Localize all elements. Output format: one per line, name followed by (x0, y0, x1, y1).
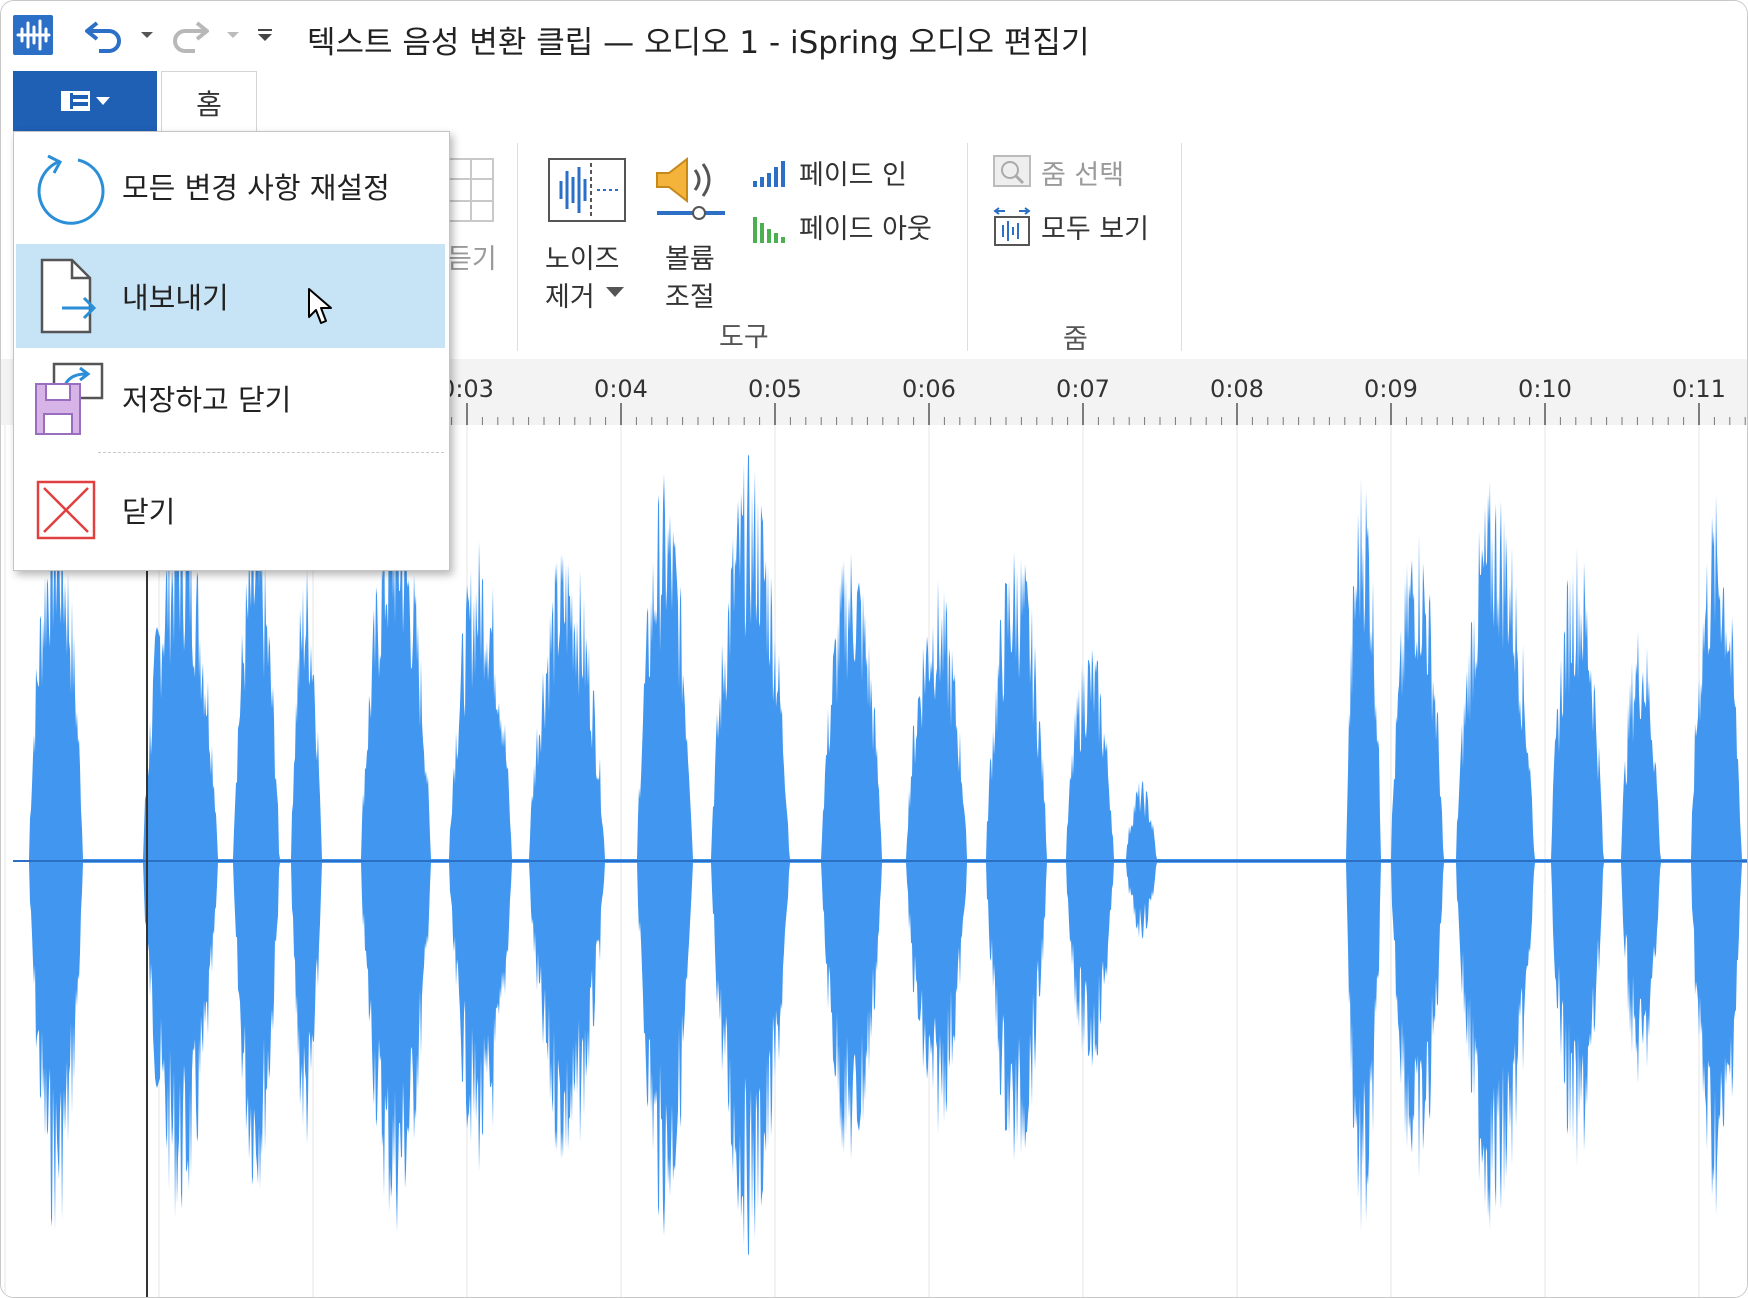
ruler-tick-label: 0:04 (594, 375, 648, 403)
zoom-selection-label[interactable]: 줌 선택 (1041, 153, 1124, 192)
ribbon-separator (1181, 143, 1182, 351)
save-close-icon (34, 358, 106, 438)
fade-out-icon[interactable] (751, 213, 791, 245)
noise-removal-label-2: 제거 (545, 282, 595, 313)
app-logo-icon (13, 15, 53, 55)
ruler-tick-label: 0:11 (1672, 375, 1726, 403)
chevron-down-icon[interactable] (605, 285, 625, 299)
menu-item-label: 모든 변경 사항 재설정 (122, 171, 390, 205)
ruler-tick-label: 0:06 (902, 375, 956, 403)
redo-dropdown-icon[interactable] (223, 15, 243, 55)
redo-icon[interactable] (167, 15, 213, 55)
noise-removal-label-1: 노이즈 (545, 244, 620, 275)
menu-separator (98, 452, 444, 453)
fade-out-label[interactable]: 페이드 아웃 (799, 207, 932, 246)
title-bar: 텍스트 음성 변환 클립 — 오디오 1 - iSpring 오디오 편집기 (1, 1, 1747, 69)
view-all-icon[interactable] (993, 207, 1031, 247)
menu-item-reset-changes[interactable]: 모든 변경 사항 재설정 (16, 134, 445, 238)
file-menu-button[interactable] (13, 71, 157, 131)
ruler-tick-label: 0:09 (1364, 375, 1418, 403)
menu-icon (61, 91, 110, 111)
noise-removal-button[interactable] (547, 157, 627, 223)
undo-icon[interactable] (81, 15, 127, 55)
close-icon (34, 470, 106, 550)
menu-item-save-and-close[interactable]: 저장하고 닫기 (16, 346, 445, 450)
tab-home[interactable]: 홈 (161, 71, 257, 133)
volume-label-1: 볼륨 (665, 244, 715, 275)
fade-in-label[interactable]: 페이드 인 (799, 153, 907, 192)
fade-in-icon[interactable] (751, 157, 791, 189)
customize-toolbar-icon[interactable] (253, 15, 277, 55)
menu-item-label: 저장하고 닫기 (122, 383, 292, 417)
listen-icon[interactable] (447, 155, 497, 225)
ribbon-separator (967, 143, 968, 351)
file-menu-dropdown: 모든 변경 사항 재설정 내보내기 저장하고 닫기 닫기 (13, 131, 450, 571)
tools-group-label: 도구 (719, 322, 769, 353)
volume-icon (656, 156, 725, 220)
menu-item-close[interactable]: 닫기 (16, 458, 445, 562)
noise-removal-icon (548, 158, 626, 222)
undo-dropdown-icon[interactable] (137, 15, 157, 55)
reset-icon (34, 146, 106, 226)
volume-button[interactable] (653, 155, 729, 225)
zoom-group-label: 줌 (1063, 324, 1088, 355)
volume-label-2: 조절 (665, 282, 715, 313)
view-all-label[interactable]: 모두 보기 (1041, 207, 1149, 246)
waveform-shape (29, 454, 1747, 1256)
ruler-tick-label: 0:05 (748, 375, 802, 403)
window-title: 텍스트 음성 변환 클립 — 오디오 1 - iSpring 오디오 편집기 (307, 25, 1090, 61)
app-window: 텍스트 음성 변환 클립 — 오디오 1 - iSpring 오디오 편집기 홈… (0, 0, 1748, 1298)
menu-item-export[interactable]: 내보내기 (16, 244, 445, 348)
menu-item-label: 닫기 (122, 495, 176, 529)
zoom-selection-icon[interactable] (993, 153, 1031, 189)
menu-item-label: 내보내기 (122, 281, 229, 315)
listen-label: 듣기 (447, 244, 497, 275)
ruler-tick-label: 0:08 (1210, 375, 1264, 403)
mouse-cursor-icon (307, 287, 335, 327)
export-icon (34, 256, 106, 336)
ribbon-tabs (1, 69, 1747, 134)
ruler-tick-label: 0:07 (1056, 375, 1110, 403)
ruler-tick-label: 0:10 (1518, 375, 1572, 403)
ribbon-separator (517, 143, 518, 351)
